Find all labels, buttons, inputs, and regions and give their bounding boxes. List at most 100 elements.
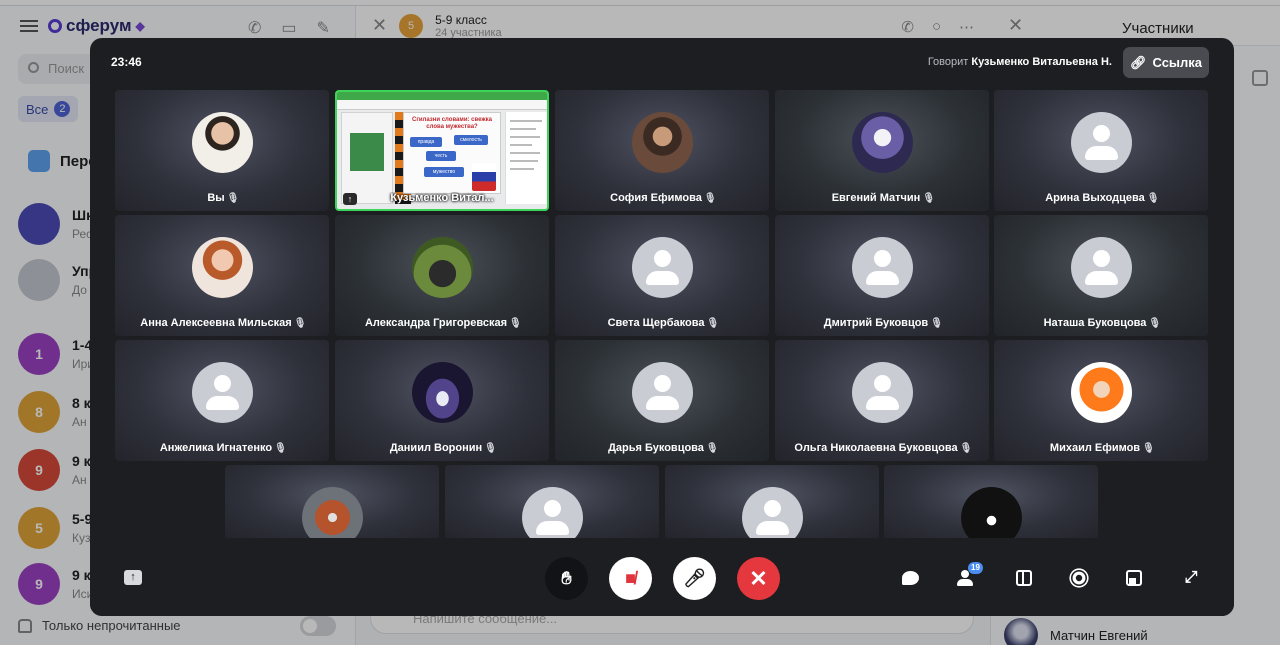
camera-toggle-button[interactable]: ■̸ <box>609 557 652 600</box>
user-icon-body <box>206 396 239 410</box>
share-screen-icon[interactable]: ↑ <box>124 570 142 585</box>
default-avatar <box>192 362 253 423</box>
participant-tile[interactable] <box>445 465 659 539</box>
participant-tile[interactable]: Александра Григоревская 🎙︎ <box>335 215 549 336</box>
text-line <box>510 152 540 154</box>
shared-window-toolbar <box>337 100 547 110</box>
default-avatar <box>1071 112 1132 173</box>
user-icon-body <box>866 271 899 285</box>
participant-tile[interactable]: Вы 🎙︎ <box>115 90 329 211</box>
screen-share-name: Кузьменко Витал... <box>390 192 494 204</box>
layout-icon <box>1016 570 1032 586</box>
participant-name: Дмитрий Буковцов <box>823 317 929 329</box>
user-icon-head <box>1093 125 1110 142</box>
default-avatar <box>632 237 693 298</box>
participant-tile[interactable]: София Ефимова 🎙︎ <box>555 90 769 211</box>
participant-tile[interactable]: Наташа Буковцова 🎙︎ <box>994 215 1208 336</box>
raise-hand-icon: ✋︎ <box>561 568 572 588</box>
participant-name-row: Ольга Николаевна Буковцова 🎙︎ <box>775 442 989 454</box>
text-line <box>510 136 540 138</box>
participant-name: Евгений Матчин <box>831 192 921 204</box>
end-call-button[interactable]: ✕ <box>737 557 780 600</box>
participant-name-row: Михаил Ефимов 🎙︎ <box>994 442 1208 454</box>
slide-chip: честь <box>426 151 456 161</box>
shared-notes-panel <box>505 112 547 204</box>
participant-tile[interactable]: Света Щербакова 🎙︎ <box>555 215 769 336</box>
user-icon-head <box>654 375 671 392</box>
participant-name: Александра Григоревская <box>364 317 508 329</box>
mic-off-icon: 🎙︎ <box>274 442 287 454</box>
participant-tile[interactable]: Дарья Буковцова 🎙︎ <box>555 340 769 461</box>
end-call-icon: ✕ <box>749 565 768 591</box>
user-icon-head <box>214 375 231 392</box>
screen-share-tile[interactable]: Сгилазни словами: свежка слова мужества?… <box>335 90 549 211</box>
participant-name-row: Анжелика Игнатенко 🎙︎ <box>115 442 329 454</box>
user-icon-body <box>1085 271 1118 285</box>
participant-tile[interactable]: Анна Алексеевна Мильская 🎙︎ <box>115 215 329 336</box>
user-icon-head <box>544 500 561 517</box>
participant-tile[interactable]: Даниил Воронин 🎙︎ <box>335 340 549 461</box>
microphone-toggle-button[interactable]: 🎤︎ <box>673 557 716 600</box>
mic-off-icon: 🎙︎ <box>930 317 943 329</box>
participant-tile[interactable] <box>665 465 879 539</box>
default-avatar <box>742 487 803 539</box>
participant-tile[interactable]: Михаил Ефимов 🎙︎ <box>994 340 1208 461</box>
participant-grid: Сгилазни словами: свежка слова мужества?… <box>90 38 1234 539</box>
participant-tile[interactable]: Арина Выходцева 🎙︎ <box>994 90 1208 211</box>
user-icon-body <box>536 521 569 535</box>
participant-name: Анжелика Игнатенко <box>159 442 273 454</box>
fullscreen-button[interactable]: ⤢ <box>1180 567 1202 589</box>
participant-name: Даниил Воронин <box>389 442 483 454</box>
participant-name: Света Щербакова <box>607 317 705 329</box>
user-icon-head <box>874 375 891 392</box>
layout-button[interactable] <box>1013 567 1035 589</box>
participant-name: София Ефимова <box>610 192 702 204</box>
shared-window-titlebar <box>337 92 547 100</box>
mic-off-icon: 🎙︎ <box>293 317 307 329</box>
camera-off-icon: ■̸ <box>625 568 636 588</box>
user-icon-body <box>756 521 789 535</box>
participant-name: Ольга Николаевна Буковцова <box>794 442 958 454</box>
participant-photo <box>192 112 253 173</box>
participant-tile[interactable]: Анжелика Игнатенко 🎙︎ <box>115 340 329 461</box>
participant-tile[interactable] <box>884 465 1098 539</box>
picture-in-picture-button[interactable] <box>1123 567 1145 589</box>
participant-photo <box>1071 362 1132 423</box>
chat-button[interactable] <box>899 567 921 589</box>
participant-name: Наташа Буковцова <box>1043 317 1147 329</box>
text-line <box>510 168 534 170</box>
participant-photo <box>412 362 473 423</box>
participant-name-row: Даниил Воронин 🎙︎ <box>335 442 549 454</box>
shared-slide-heading: Сгилазни словами: свежка слова мужества? <box>412 117 492 130</box>
mic-off-icon: 🎙︎ <box>1142 442 1155 454</box>
user-icon-head <box>1093 250 1110 267</box>
text-line <box>510 160 538 162</box>
participant-tile[interactable]: Дмитрий Буковцов 🎙︎ <box>775 215 989 336</box>
participant-name-row: Анна Алексеевна Мильская 🎙︎ <box>115 317 329 329</box>
participant-tile[interactable] <box>225 465 439 539</box>
participant-photo <box>412 237 473 298</box>
participant-name-row: Наташа Буковцова 🎙︎ <box>994 317 1208 329</box>
settings-button[interactable] <box>1068 567 1090 589</box>
raise-hand-button[interactable]: ✋︎ <box>545 557 588 600</box>
participant-name-row: Александра Григоревская 🎙︎ <box>335 317 549 329</box>
user-icon-body <box>646 396 679 410</box>
participant-tile[interactable]: Ольга Николаевна Буковцова 🎙︎ <box>775 340 989 461</box>
participant-name-row: София Ефимова 🎙︎ <box>555 192 769 204</box>
participant-photo <box>192 237 253 298</box>
picture-in-picture-icon <box>1126 570 1142 586</box>
mic-off-icon: 🎙︎ <box>706 317 720 329</box>
user-icon-head <box>654 250 671 267</box>
participant-tile[interactable]: Евгений Матчин 🎙︎ <box>775 90 989 211</box>
participant-name: Анна Алексеевна Мильская <box>140 317 292 329</box>
user-icon-head <box>764 500 781 517</box>
participant-name: Арина Выходцева <box>1045 192 1145 204</box>
mic-off-icon: 🎙︎ <box>703 192 717 204</box>
slide-chip: мужество <box>424 167 464 177</box>
default-avatar <box>632 362 693 423</box>
participant-name-row: Евгений Матчин 🎙︎ <box>775 192 989 204</box>
mic-off-icon: 🎙︎ <box>705 442 719 454</box>
participant-name-row: Дарья Буковцова 🎙︎ <box>555 442 769 454</box>
shared-slide-thumbnails <box>341 112 393 204</box>
shared-slide: Сгилазни словами: свежка слова мужества?… <box>403 112 501 194</box>
